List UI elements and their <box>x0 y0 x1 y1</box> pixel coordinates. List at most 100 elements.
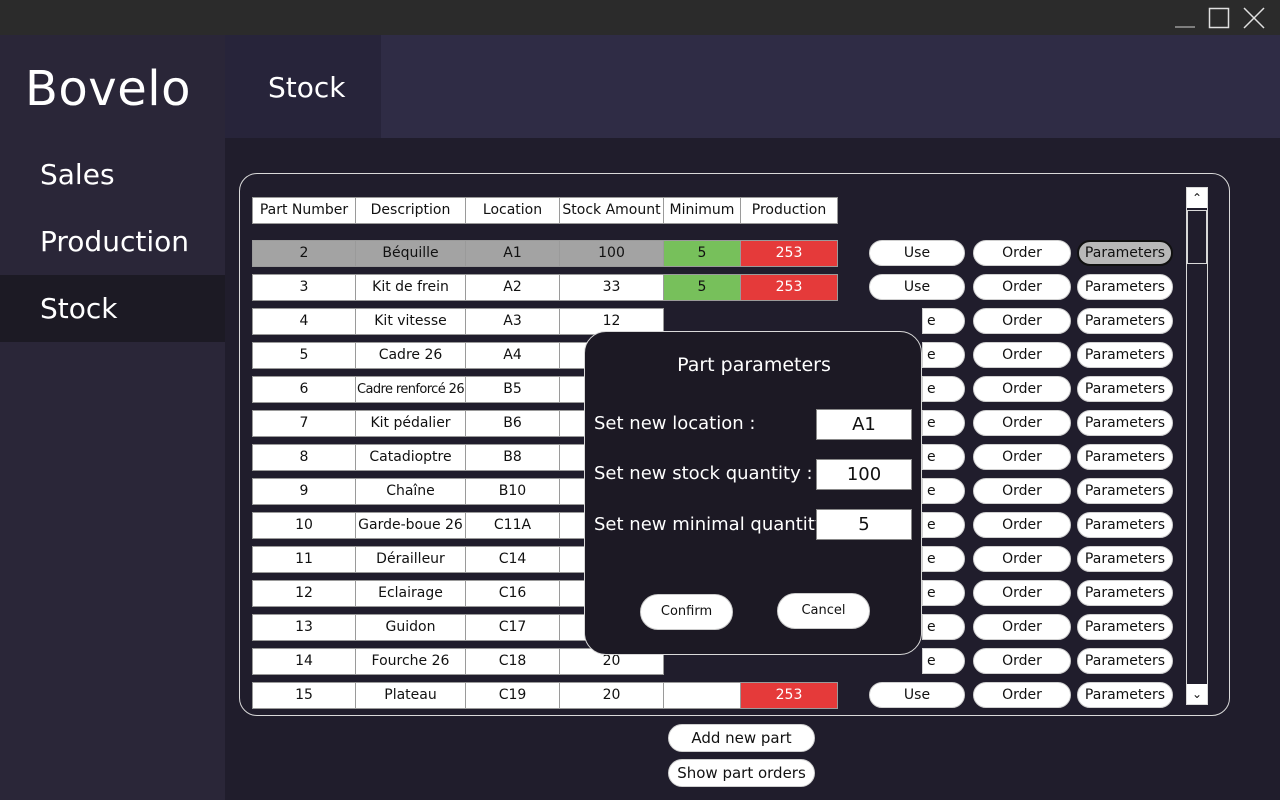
scrollbar-thumb[interactable] <box>1187 210 1207 264</box>
column-header: Description <box>355 197 466 224</box>
use-button[interactable]: Use <box>869 240 965 266</box>
table-cell-description: Guidon <box>355 614 466 641</box>
chevron-up-icon[interactable]: ⌃ <box>1187 188 1207 208</box>
table-cell-number: 13 <box>252 614 356 641</box>
order-button[interactable]: Order <box>973 512 1071 538</box>
parameters-button[interactable]: Parameters <box>1077 580 1173 606</box>
column-header: Part Number <box>252 197 356 224</box>
table-cell-number: 3 <box>252 274 356 301</box>
parameters-button[interactable]: Parameters <box>1077 308 1173 334</box>
table-cell-description: Catadioptre <box>355 444 466 471</box>
table-cell-description: Dérailleur <box>355 546 466 573</box>
order-button[interactable]: Order <box>973 342 1071 368</box>
add-new-part-button[interactable]: Add new part <box>668 724 815 752</box>
table-cell-description: Eclairage <box>355 580 466 607</box>
parameters-button[interactable]: Parameters <box>1077 240 1173 266</box>
table-scrollbar[interactable]: ⌃ ⌄ <box>1186 187 1208 705</box>
table-cell-number: 14 <box>252 648 356 675</box>
table-cell-description: Cadre renforcé 26 <box>355 376 466 403</box>
parameters-button[interactable]: Parameters <box>1077 444 1173 470</box>
table-cell-location: B10 <box>465 478 560 505</box>
table-cell-description: Plateau <box>355 682 466 709</box>
use-button[interactable]: e <box>922 546 965 572</box>
table-cell-production: 253 <box>740 682 838 709</box>
table-cell-description: Garde-boue 26 <box>355 512 466 539</box>
chevron-down-icon[interactable]: ⌄ <box>1187 684 1207 704</box>
dialog-title: Part parameters <box>677 354 831 376</box>
table-cell-number: 12 <box>252 580 356 607</box>
table-cell-description: Fourche 26 <box>355 648 466 675</box>
tab-stock[interactable]: Stock <box>225 35 381 138</box>
use-button[interactable]: Use <box>869 274 965 300</box>
column-header: Stock Amount <box>559 197 664 224</box>
order-button[interactable]: Order <box>973 308 1071 334</box>
app-logo: Bovelo <box>25 61 191 117</box>
parameters-button[interactable]: Parameters <box>1077 478 1173 504</box>
minimal-quantity-label: Set new minimal quantity : <box>594 514 838 535</box>
table-cell-description: Kit de frein <box>355 274 466 301</box>
parameters-button[interactable]: Parameters <box>1077 512 1173 538</box>
order-button[interactable]: Order <box>973 410 1071 436</box>
cancel-button[interactable]: Cancel <box>777 593 870 629</box>
parameters-button[interactable]: Parameters <box>1077 410 1173 436</box>
stock-quantity-input[interactable]: 100 <box>816 459 912 490</box>
use-button[interactable]: e <box>922 376 965 402</box>
close-icon[interactable] <box>1242 6 1266 30</box>
parameters-button[interactable]: Parameters <box>1077 546 1173 572</box>
use-button[interactable]: e <box>922 614 965 640</box>
location-input[interactable]: A1 <box>816 409 912 440</box>
maximize-icon[interactable] <box>1207 6 1231 30</box>
sidebar-item-sales[interactable]: Sales <box>0 141 225 208</box>
confirm-button[interactable]: Confirm <box>640 594 733 630</box>
parameters-button[interactable]: Parameters <box>1077 648 1173 674</box>
table-cell-location: A2 <box>465 274 560 301</box>
table-cell-minimum: 5 <box>663 240 741 267</box>
parameters-button[interactable]: Parameters <box>1077 682 1173 708</box>
table-cell-location: C17 <box>465 614 560 641</box>
use-button[interactable]: e <box>922 512 965 538</box>
table-cell-location: B5 <box>465 376 560 403</box>
table-cell-number: 5 <box>252 342 356 369</box>
order-button[interactable]: Order <box>973 444 1071 470</box>
use-button[interactable]: e <box>922 308 965 334</box>
table-cell-number: 9 <box>252 478 356 505</box>
table-cell-location: C16 <box>465 580 560 607</box>
order-button[interactable]: Order <box>973 580 1071 606</box>
table-cell-description: Béquille <box>355 240 466 267</box>
use-button[interactable]: e <box>922 580 965 606</box>
order-button[interactable]: Order <box>973 240 1071 266</box>
column-header: Location <box>465 197 560 224</box>
minimize-icon[interactable] <box>1173 6 1197 30</box>
sidebar-item-production[interactable]: Production <box>0 208 225 275</box>
table-cell-description: Kit pédalier <box>355 410 466 437</box>
use-button[interactable]: Use <box>869 682 965 708</box>
table-cell-production: 253 <box>740 240 838 267</box>
table-cell-stock: 20 <box>559 682 664 709</box>
parameters-button[interactable]: Parameters <box>1077 614 1173 640</box>
use-button[interactable]: e <box>922 444 965 470</box>
parameters-button[interactable]: Parameters <box>1077 274 1173 300</box>
parameters-button[interactable]: Parameters <box>1077 376 1173 402</box>
use-button[interactable]: e <box>922 478 965 504</box>
use-button[interactable]: e <box>922 410 965 436</box>
minimal-quantity-input[interactable]: 5 <box>816 509 912 540</box>
table-cell-location: B6 <box>465 410 560 437</box>
order-button[interactable]: Order <box>973 614 1071 640</box>
table-cell-location: B8 <box>465 444 560 471</box>
table-cell-location: C19 <box>465 682 560 709</box>
table-cell-number: 4 <box>252 308 356 335</box>
parameters-button[interactable]: Parameters <box>1077 342 1173 368</box>
order-button[interactable]: Order <box>973 648 1071 674</box>
table-cell-location: A4 <box>465 342 560 369</box>
use-button[interactable]: e <box>922 342 965 368</box>
table-cell-location: A3 <box>465 308 560 335</box>
use-button[interactable]: e <box>922 648 965 674</box>
order-button[interactable]: Order <box>973 682 1071 708</box>
order-button[interactable]: Order <box>973 376 1071 402</box>
show-part-orders-button[interactable]: Show part orders <box>668 759 815 787</box>
sidebar-item-stock[interactable]: Stock <box>0 275 225 342</box>
table-cell-location: C18 <box>465 648 560 675</box>
order-button[interactable]: Order <box>973 478 1071 504</box>
order-button[interactable]: Order <box>973 274 1071 300</box>
order-button[interactable]: Order <box>973 546 1071 572</box>
